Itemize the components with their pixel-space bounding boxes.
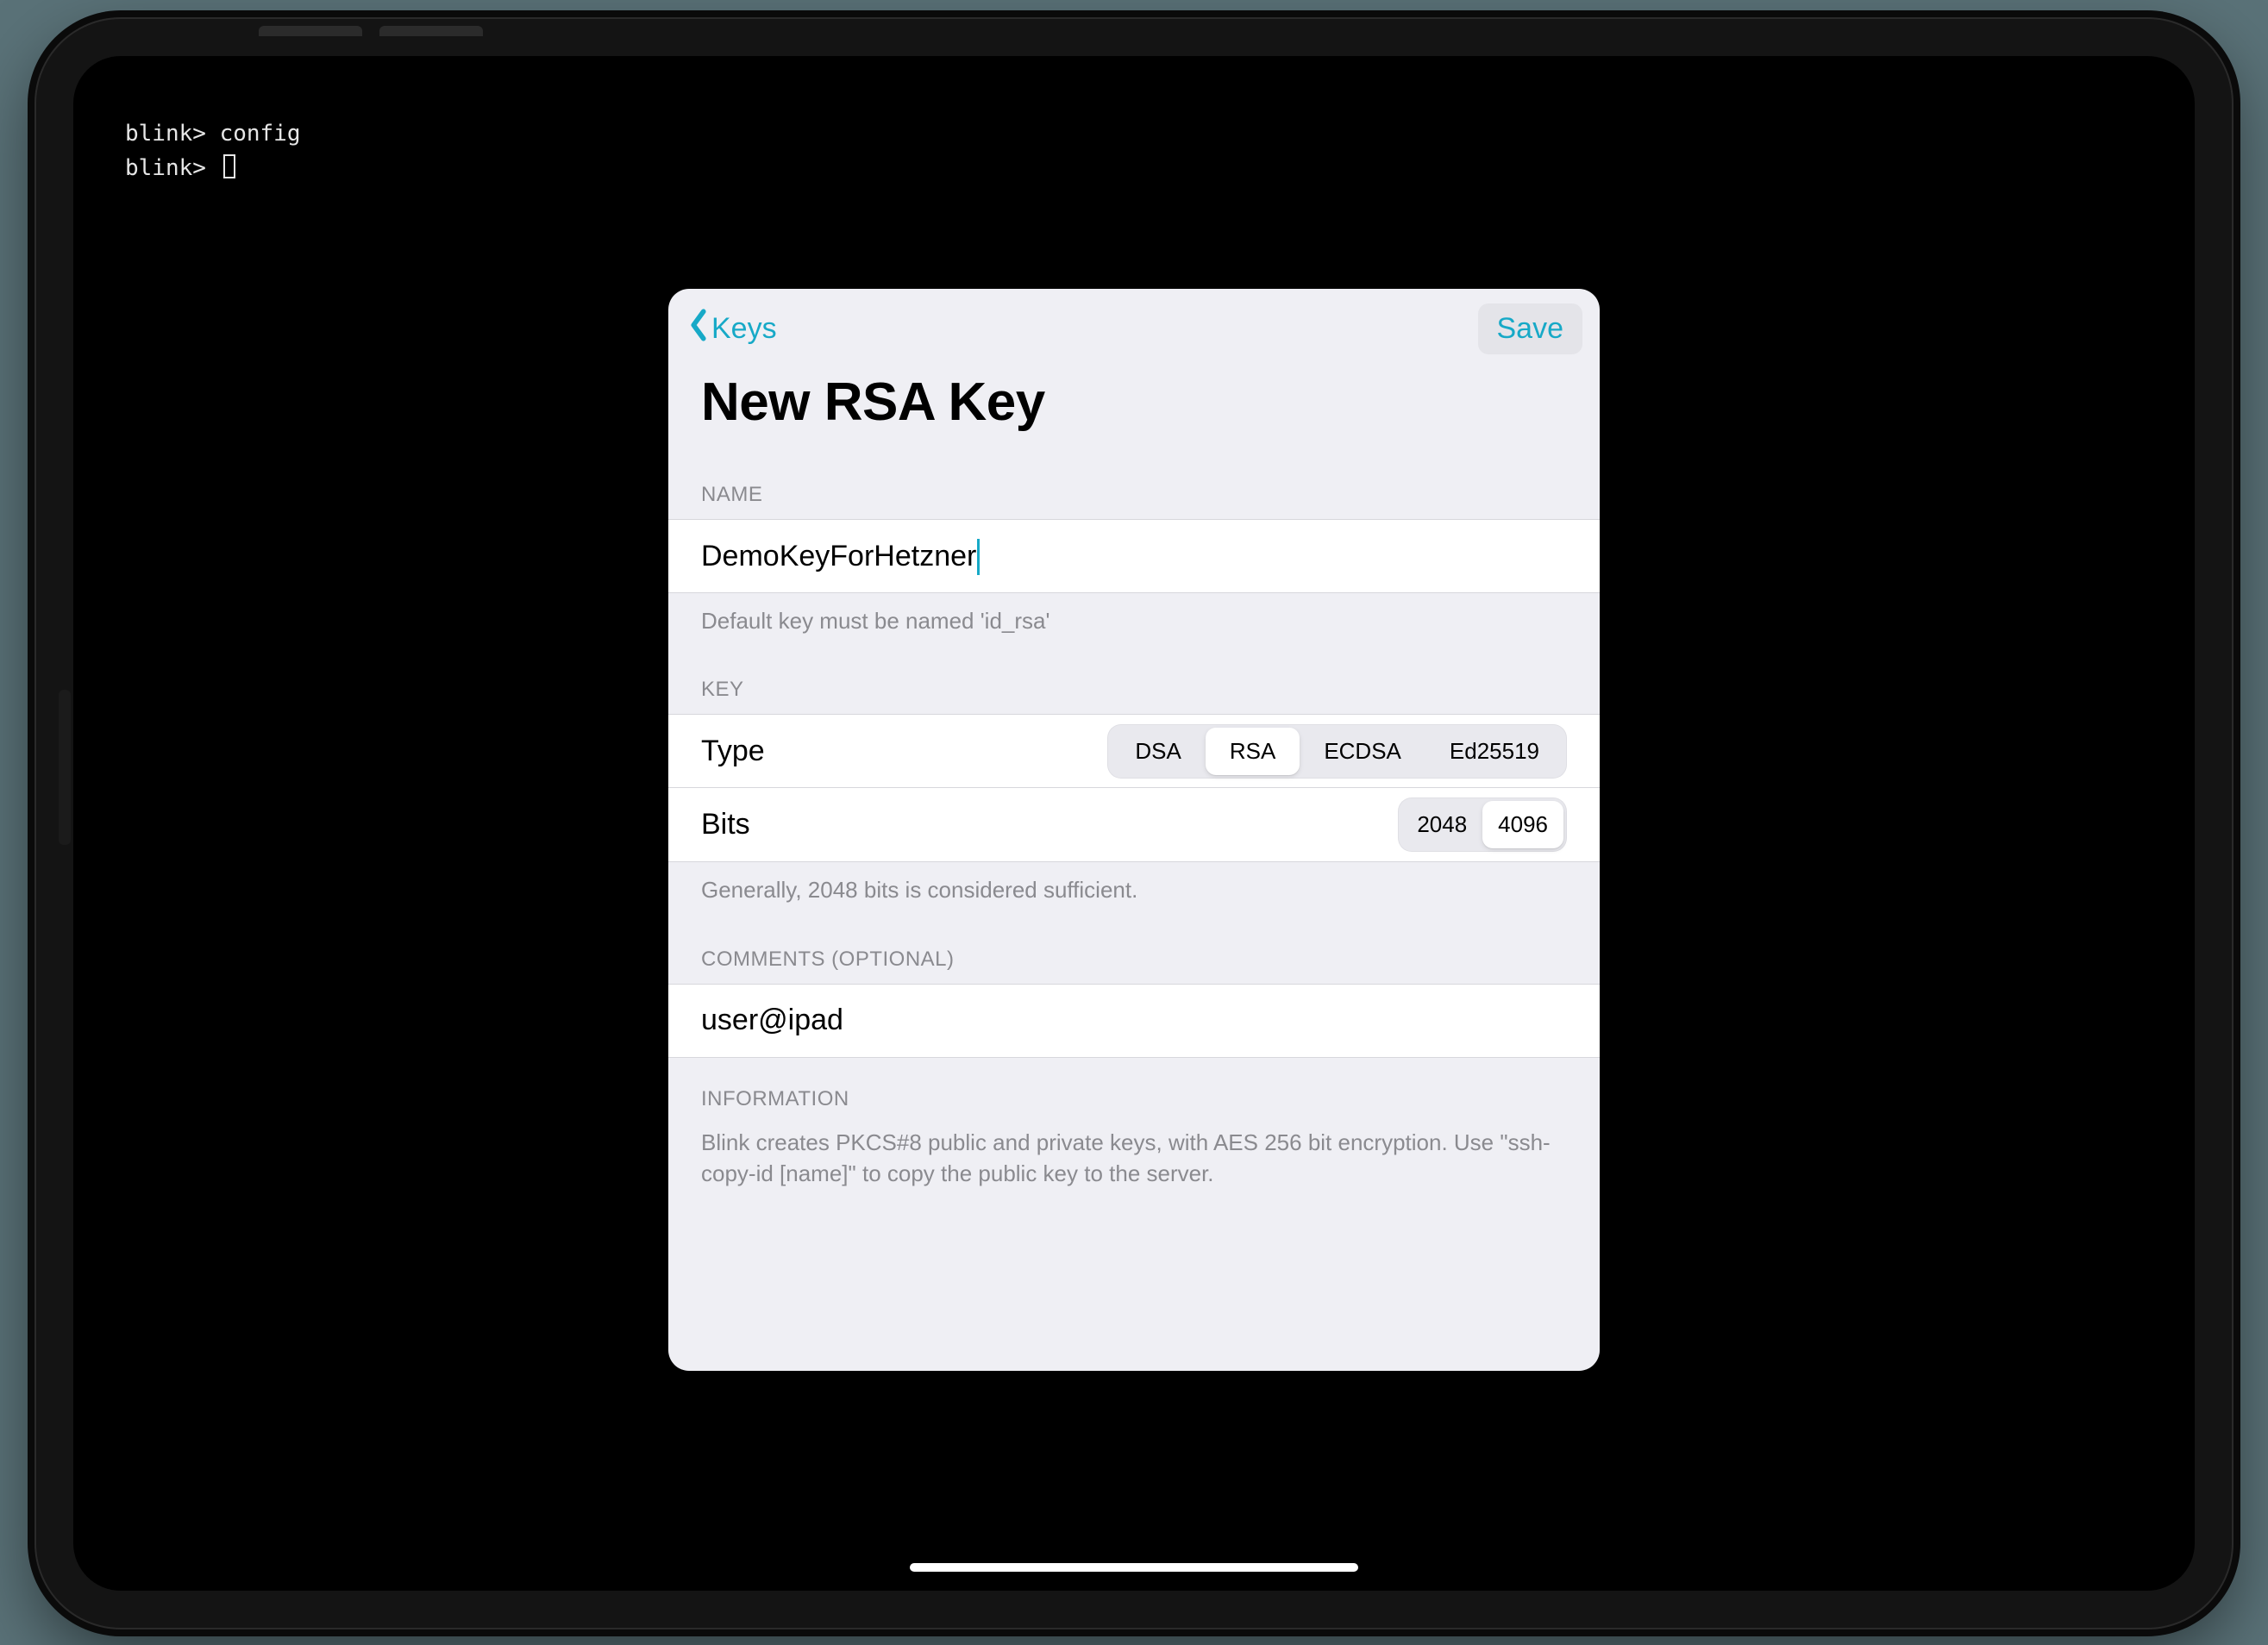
key-hint: Generally, 2048 bits is considered suffi… (668, 862, 1600, 905)
key-type-option-ecdsa[interactable]: ECDSA (1300, 728, 1425, 775)
device-button (259, 26, 362, 36)
key-bits-label: Bits (701, 808, 750, 841)
information-text: Blink creates PKCS#8 public and private … (668, 1123, 1600, 1190)
section-header-comments: COMMENTS (OPTIONAL) (668, 906, 1600, 984)
section-header-key: KEY (668, 636, 1600, 714)
key-bits-option-2048[interactable]: 2048 (1401, 801, 1482, 848)
key-bits-segmented[interactable]: 20484096 (1398, 797, 1567, 852)
key-type-segmented[interactable]: DSARSAECDSAEd25519 (1107, 724, 1567, 779)
device-button (379, 26, 483, 36)
back-label: Keys (711, 312, 777, 346)
chevron-left-icon (686, 308, 711, 350)
name-input[interactable]: DemoKeyForHetzner (701, 540, 1567, 573)
key-bits-option-4096[interactable]: 4096 (1482, 801, 1563, 848)
key-type-option-dsa[interactable]: DSA (1111, 728, 1205, 775)
screen: blink> config blink> Keys Save New RSA (73, 56, 2195, 1591)
key-bits-row: Bits 20484096 (668, 788, 1600, 862)
page-title: New RSA Key (668, 353, 1600, 441)
name-hint: Default key must be named 'id_rsa' (668, 593, 1600, 636)
section-header-information: INFORMATION (668, 1058, 1600, 1123)
nav-bar: Keys Save (668, 289, 1600, 353)
name-row[interactable]: DemoKeyForHetzner (668, 519, 1600, 593)
section-header-name: NAME (668, 441, 1600, 519)
back-button[interactable]: Keys (686, 308, 777, 350)
save-button[interactable]: Save (1478, 303, 1583, 354)
key-type-option-ed25519[interactable]: Ed25519 (1425, 728, 1563, 775)
terminal-output: blink> config blink> (125, 116, 301, 185)
key-type-row: Type DSARSAECDSAEd25519 (668, 714, 1600, 788)
comments-row[interactable]: user@ipad (668, 984, 1600, 1058)
home-indicator[interactable] (910, 1563, 1358, 1572)
text-caret (977, 539, 980, 575)
key-type-label: Type (701, 735, 765, 768)
key-type-option-rsa[interactable]: RSA (1206, 728, 1300, 775)
device-button (59, 690, 71, 845)
comments-input[interactable]: user@ipad (701, 1004, 1567, 1037)
ipad-frame: blink> config blink> Keys Save New RSA (34, 17, 2234, 1629)
settings-sheet: Keys Save New RSA Key NAME DemoKeyForHet… (668, 289, 1600, 1371)
